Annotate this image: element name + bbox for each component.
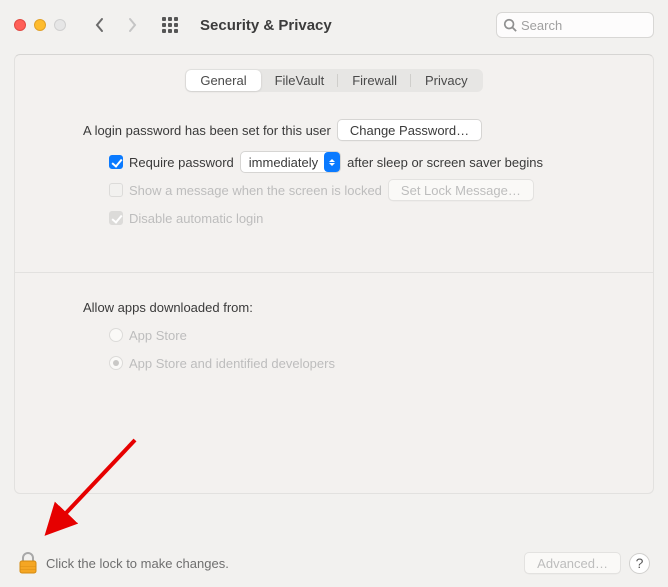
require-password-label-pre: Require password: [129, 155, 234, 170]
minimize-window-button[interactable]: [34, 19, 46, 31]
tab-bar: General FileVault Firewall Privacy: [185, 69, 482, 92]
allow-apps-identified-label: App Store and identified developers: [129, 356, 335, 371]
show-lock-message-checkbox: [109, 183, 123, 197]
set-lock-message-button: Set Lock Message…: [388, 179, 534, 201]
preference-panel: General FileVault Firewall Privacy A log…: [14, 54, 654, 494]
divider: [15, 272, 653, 273]
lock-text: Click the lock to make changes.: [46, 556, 229, 571]
require-password-delay-select[interactable]: immediately: [240, 151, 341, 173]
close-window-button[interactable]: [14, 19, 26, 31]
search-icon: [503, 18, 517, 32]
tab-filevault[interactable]: FileVault: [261, 70, 339, 91]
titlebar: Security & Privacy Search: [0, 0, 668, 50]
tab-privacy[interactable]: Privacy: [411, 70, 482, 91]
tab-firewall[interactable]: Firewall: [338, 70, 411, 91]
login-password-text: A login password has been set for this u…: [83, 123, 331, 138]
show-all-preferences-button[interactable]: [162, 17, 178, 33]
allow-apps-heading: Allow apps downloaded from:: [83, 300, 253, 315]
lock-icon[interactable]: [18, 551, 38, 575]
require-password-label-post: after sleep or screen saver begins: [347, 155, 543, 170]
disable-auto-login-label: Disable automatic login: [129, 211, 263, 226]
show-lock-message-label: Show a message when the screen is locked: [129, 183, 382, 198]
back-button[interactable]: [88, 13, 112, 37]
disable-auto-login-checkbox: [109, 211, 123, 225]
tab-general[interactable]: General: [186, 70, 260, 91]
footer-bar: Click the lock to make changes. Advanced…: [18, 551, 650, 575]
help-button[interactable]: ?: [629, 553, 650, 574]
change-password-button[interactable]: Change Password…: [337, 119, 482, 141]
window-controls: [14, 19, 66, 31]
require-password-delay-value: immediately: [249, 155, 318, 170]
require-password-checkbox[interactable]: [109, 155, 123, 169]
search-placeholder: Search: [521, 18, 562, 33]
annotation-arrow: [30, 430, 150, 550]
allow-apps-identified-radio: [109, 356, 123, 370]
forward-button: [120, 13, 144, 37]
allow-apps-appstore-label: App Store: [129, 328, 187, 343]
chevron-updown-icon: [324, 152, 340, 172]
window-title: Security & Privacy: [200, 17, 332, 34]
search-field[interactable]: Search: [496, 12, 654, 38]
allow-apps-appstore-radio: [109, 328, 123, 342]
zoom-window-button: [54, 19, 66, 31]
advanced-button: Advanced…: [524, 552, 621, 574]
